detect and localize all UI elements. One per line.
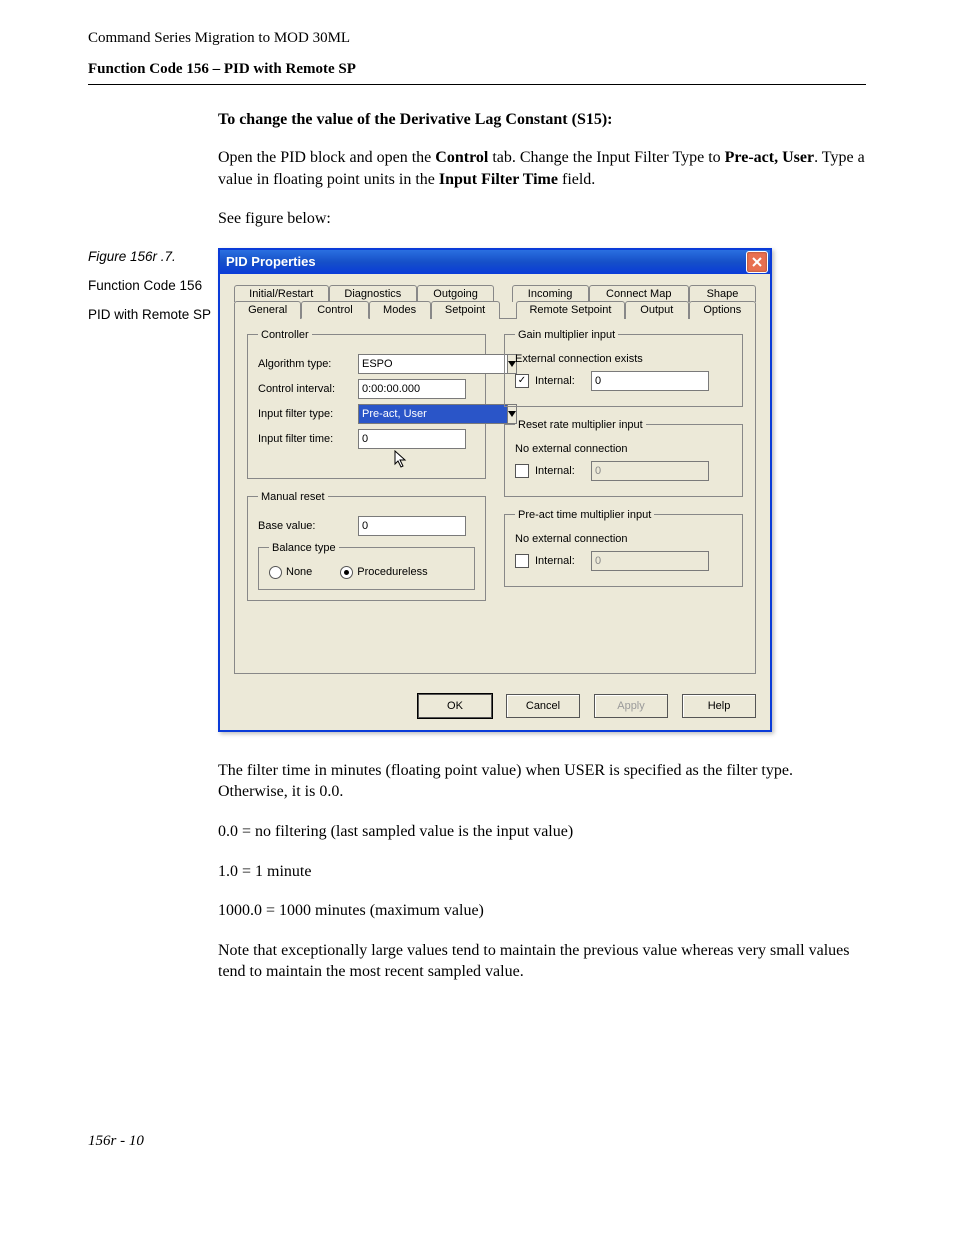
manual-reset-group: Manual reset Base value: Balance type [247, 491, 486, 601]
tab-panel-control: Controller Algorithm type: Control inter… [234, 318, 756, 674]
reset-rate-legend: Reset rate multiplier input [515, 419, 646, 431]
titlebar[interactable]: PID Properties [220, 250, 770, 274]
reset-internal-checkbox[interactable] [515, 464, 529, 478]
reset-connection-note: No external connection [515, 443, 732, 455]
tab-strip: Initial/Restart Diagnostics Outgoing Inc… [234, 284, 756, 318]
tab-setpoint[interactable]: Setpoint [431, 301, 500, 319]
algorithm-type-select[interactable] [358, 354, 466, 374]
dialog-title: PID Properties [226, 254, 316, 269]
balance-type-legend: Balance type [269, 542, 339, 554]
tab-remote-setpoint[interactable]: Remote Setpoint [516, 301, 625, 319]
mouse-cursor-icon [394, 450, 410, 470]
tab-shape[interactable]: Shape [689, 285, 756, 302]
tab-control[interactable]: Control [301, 301, 368, 319]
section-heading: To change the value of the Derivative La… [218, 111, 866, 129]
preact-time-legend: Pre-act time multiplier input [515, 509, 654, 521]
manual-reset-legend: Manual reset [258, 491, 328, 503]
gain-internal-input[interactable] [591, 371, 709, 391]
figure-caption-sidebar: Figure 156r .7. Function Code 156 PID wi… [88, 248, 218, 335]
gain-internal-label: Internal: [535, 375, 591, 387]
tab-modes[interactable]: Modes [369, 301, 431, 319]
doc-header-line1: Command Series Migration to MOD 30ML [88, 30, 866, 47]
reset-internal-input [591, 461, 709, 481]
close-icon [752, 257, 762, 267]
balance-none-radio[interactable]: None [269, 566, 312, 579]
gain-internal-checkbox[interactable] [515, 374, 529, 388]
tab-diagnostics[interactable]: Diagnostics [329, 285, 418, 302]
input-filter-time-input[interactable] [358, 429, 466, 449]
input-filter-time-label: Input filter time: [258, 433, 358, 445]
intro-paragraph-1: Open the PID block and open the Control … [218, 147, 866, 190]
preact-internal-label: Internal: [535, 555, 591, 567]
note-p3: 1.0 = 1 minute [218, 861, 866, 883]
balance-type-group: Balance type None Procedureless [258, 542, 475, 590]
radio-icon [340, 566, 353, 579]
preact-time-group: Pre-act time multiplier input No externa… [504, 509, 743, 587]
tab-connect-map[interactable]: Connect Map [589, 285, 689, 302]
reset-internal-label: Internal: [535, 465, 591, 477]
note-p4: 1000.0 = 1000 minutes (maximum value) [218, 900, 866, 922]
base-value-input[interactable] [358, 516, 466, 536]
algorithm-type-value[interactable] [358, 354, 507, 374]
note-p5: Note that exceptionally large values ten… [218, 940, 866, 983]
note-p2: 0.0 = no filtering (last sampled value i… [218, 821, 866, 843]
radio-icon [269, 566, 282, 579]
header-rule [88, 84, 866, 85]
input-filter-type-value[interactable] [358, 404, 507, 424]
base-value-label: Base value: [258, 520, 358, 532]
tab-options[interactable]: Options [689, 301, 756, 319]
control-interval-input[interactable] [358, 379, 466, 399]
cancel-button[interactable]: Cancel [506, 694, 580, 718]
tab-general[interactable]: General [234, 301, 301, 319]
note-p1: The filter time in minutes (floating poi… [218, 760, 866, 803]
preact-connection-note: No external connection [515, 533, 732, 545]
tab-output[interactable]: Output [625, 301, 689, 319]
dialog-button-row: OK Cancel Apply Help [220, 686, 770, 730]
controller-legend: Controller [258, 329, 312, 341]
reset-rate-group: Reset rate multiplier input No external … [504, 419, 743, 497]
input-filter-type-label: Input filter type: [258, 408, 358, 420]
tab-outgoing[interactable]: Outgoing [417, 285, 494, 302]
gain-multiplier-group: Gain multiplier input External connectio… [504, 329, 743, 407]
gain-multiplier-legend: Gain multiplier input [515, 329, 618, 341]
balance-procedureless-label: Procedureless [357, 566, 427, 578]
preact-internal-checkbox[interactable] [515, 554, 529, 568]
tab-incoming[interactable]: Incoming [512, 285, 589, 302]
controller-group: Controller Algorithm type: Control inter… [247, 329, 486, 479]
help-button[interactable]: Help [682, 694, 756, 718]
close-button[interactable] [746, 251, 768, 273]
apply-button[interactable]: Apply [594, 694, 668, 718]
intro-paragraph-2: See figure below: [218, 208, 866, 230]
gain-connection-note: External connection exists [515, 353, 732, 365]
control-interval-label: Control interval: [258, 383, 358, 395]
ok-button[interactable]: OK [418, 694, 492, 718]
algorithm-type-label: Algorithm type: [258, 358, 358, 370]
input-filter-type-select[interactable] [358, 404, 466, 424]
pid-properties-dialog: PID Properties Initial/Restart Diagnosti… [218, 248, 772, 732]
balance-none-label: None [286, 566, 312, 578]
preact-internal-input [591, 551, 709, 571]
balance-procedureless-radio[interactable]: Procedureless [340, 566, 427, 579]
tab-initial-restart[interactable]: Initial/Restart [234, 285, 329, 302]
page-footer: 156r - 10 [88, 1133, 866, 1150]
doc-header-line2: Function Code 156 – PID with Remote SP [88, 61, 866, 78]
